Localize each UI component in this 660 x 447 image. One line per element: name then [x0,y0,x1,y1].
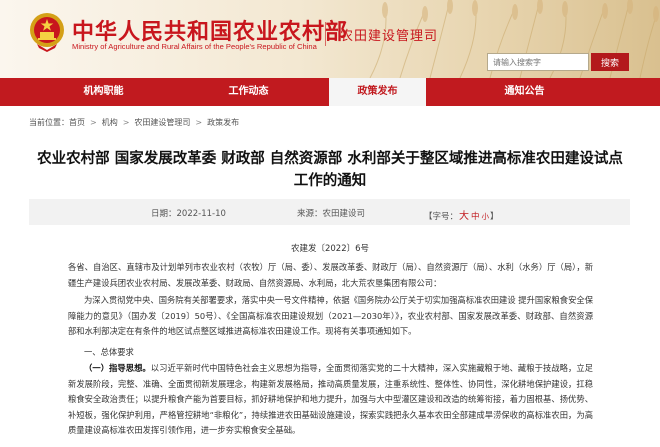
nav-item-institution-functions[interactable]: 机构职能 [55,78,152,106]
breadcrumb-current[interactable]: 政策发布 [207,117,239,128]
guiding-principle-paragraph: （一）指导思想。以习近平新时代中国特色社会主义思想为指导，全面贯彻落实党的二十大… [68,361,593,439]
nav-item-announcements[interactable]: 通知公告 [476,78,573,106]
main-nav: 机构职能 工作动态 政策发布 通知公告 [0,78,660,106]
article-source: 来源：农田建设司 [297,209,366,219]
article-title: 农业农村部 国家发展改革委 财政部 自然资源部 水利部关于整区域推进高标准农田建… [30,148,630,192]
article-title-line: 工作的通知 [293,173,367,189]
intro-paragraph: 为深入贯彻党中央、国务院有关部署要求，落实中央一号文件精神，依据《国务院办公厅关… [68,295,593,336]
font-size-end: 】 [490,212,499,222]
font-size-switcher: 【字号：大中小】 [424,207,499,222]
site-header: 中华人民共和国农业农村部 Ministry of Agriculture and… [0,0,660,78]
breadcrumb: 当前位置： 首页 > 机构 > 农田建设管理司 > 政策发布 [29,116,239,128]
article-meta-bar: 日期：2022-11-10 来源：农田建设司 【字号：大中小】 [29,199,630,225]
font-size-large-button[interactable]: 大 [459,211,469,222]
recipients-paragraph: 各省、自治区、直辖市及计划单列市农业农村（农牧）厅（局、委）、发展改革委、财政厅… [68,262,593,288]
search-button[interactable]: 搜索 [591,53,629,71]
article-title-line: 农业农村部 国家发展改革委 财政部 自然资源部 水利部关于整区域推进高标准农田建… [37,151,623,167]
font-size-label: 【字号： [424,212,459,222]
guiding-principle-text: 以习近平新时代中国特色社会主义思想为指导，全面贯彻落实党的二十大精神，深入实施藏… [68,363,593,435]
search-input[interactable] [487,53,589,71]
breadcrumb-separator: > [195,117,203,127]
site-subtitle: Ministry of Agriculture and Rural Affair… [72,42,317,51]
article-date: 日期：2022-11-10 [151,209,226,219]
nav-item-policy-release[interactable]: 政策发布 [329,78,426,106]
breadcrumb-separator: > [90,117,97,127]
department-title[interactable]: 农田建设管理司 [340,25,438,44]
breadcrumb-institution[interactable]: 机构 [102,117,118,128]
section-heading: 一、总体要求 [84,347,134,357]
document-number: 农建发〔2022〕6号 [290,244,370,254]
nav-item-work-news[interactable]: 工作动态 [200,78,297,106]
guiding-principle-label: （一）指导思想。 [84,363,151,373]
font-size-medium-button[interactable]: 中 [471,212,480,222]
breadcrumb-department[interactable]: 农田建设管理司 [134,117,190,128]
breadcrumb-prefix: 当前位置： [29,117,69,127]
breadcrumb-separator: > [122,117,130,127]
breadcrumb-home[interactable]: 首页 [69,117,85,128]
font-size-small-button[interactable]: 小 [482,212,490,221]
national-emblem-icon [30,13,64,52]
header-divider [325,22,326,46]
